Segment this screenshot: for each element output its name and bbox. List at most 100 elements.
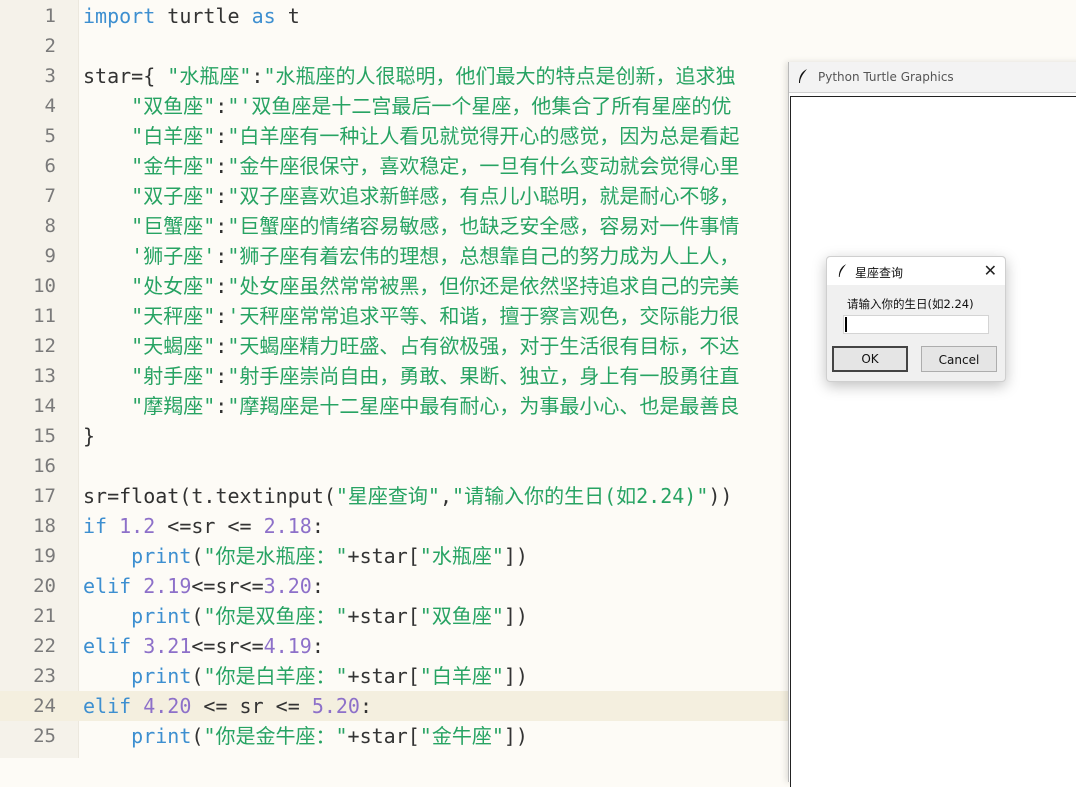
line-number: 6 [44, 155, 56, 177]
code-token: "双子座" [131, 184, 216, 208]
code-token: 3.20 [263, 574, 312, 598]
turtle-canvas[interactable] [790, 96, 1076, 787]
code-text[interactable]: "射手座":"射手座崇尚自由，勇敢、果断、独立，身上有一股勇往直 [83, 361, 739, 391]
code-token: : [215, 364, 228, 388]
line-number: 18 [33, 515, 56, 537]
code-token: "天秤座" [131, 304, 216, 328]
code-token: "射手座崇尚自由，勇敢、果断、独立，身上有一股勇往直 [227, 364, 740, 388]
code-token: "水瓶座" [167, 64, 252, 88]
code-token: "你是金牛座：" [203, 724, 348, 748]
line-number: 16 [33, 455, 56, 477]
code-text[interactable]: print("你是白羊座："+star["白羊座"]) [83, 661, 528, 691]
code-text[interactable]: import turtle as t [83, 1, 300, 31]
code-token: '狮子座' [131, 244, 216, 268]
code-text[interactable]: if 1.2 <=sr <= 2.18: [83, 511, 324, 541]
feather-icon [837, 263, 848, 282]
code-text[interactable]: print("你是双鱼座："+star["双鱼座"]) [83, 601, 528, 631]
code-token: : [251, 64, 264, 88]
code-token: <=sr<= [191, 574, 264, 598]
close-icon[interactable]: ✕ [984, 261, 997, 280]
code-token: 2.19 [143, 574, 192, 598]
code-token: ]) [503, 604, 528, 628]
ok-button[interactable]: OK [832, 346, 908, 372]
code-token: : [359, 694, 373, 718]
line-number: 3 [44, 65, 56, 87]
code-token: : [311, 574, 324, 598]
turtle-graphics-window[interactable]: Python Turtle Graphics [788, 62, 1076, 787]
code-token: turtle [155, 4, 252, 28]
code-token: as [251, 4, 276, 28]
code-token: "星座查询" [335, 484, 440, 508]
code-token: <=sr<= [191, 634, 264, 658]
code-text[interactable]: "天蝎座":"天蝎座精力旺盛、占有欲极强，对于生活很有目标，不达 [83, 331, 739, 361]
line-number: 23 [33, 665, 56, 687]
line-number: 15 [33, 425, 56, 447]
code-text[interactable]: sr=float(t.textinput("星座查询","请输入你的生日(如2.… [83, 481, 732, 511]
code-token: 4.20 [143, 694, 192, 718]
code-token: "你是水瓶座：" [203, 544, 348, 568]
code-token: "白羊座" [419, 664, 504, 688]
code-text[interactable]: "双子座":"双子座喜欢追求新鲜感，有点儿小聪明，就是耐心不够， [83, 181, 739, 211]
code-line[interactable]: 2 [0, 31, 1076, 61]
dialog-title: 星座查询 [855, 266, 904, 280]
code-token: print [131, 604, 192, 628]
code-text[interactable]: "处女座":"处女座虽然常常被黑，但你还是依然坚持追求自己的完美 [83, 271, 739, 301]
textinput-dialog[interactable]: 星座查询 ✕ 请输入你的生日(如2.24) OK Cancel [826, 256, 1006, 382]
line-number: 12 [33, 335, 56, 357]
code-token: "'双鱼座是十二宫最后一个星座，他集合了所有星座的优 [227, 94, 732, 118]
birthday-input[interactable] [843, 315, 989, 334]
code-token: <= sr <= [191, 694, 312, 718]
code-token: "你是双鱼座：" [203, 604, 348, 628]
code-token: 3.21 [143, 634, 192, 658]
code-token: elif [83, 574, 132, 598]
code-text[interactable]: print("你是金牛座："+star["金牛座"]) [83, 721, 528, 751]
turtle-window-titlebar[interactable]: Python Turtle Graphics [789, 62, 1076, 93]
code-token: +star[ [347, 544, 420, 568]
code-text[interactable]: elif 3.21<=sr<=4.19: [83, 631, 324, 661]
line-number: 7 [44, 185, 56, 207]
code-token: "天蝎座" [131, 334, 216, 358]
code-token: "巨蟹座" [131, 214, 216, 238]
code-text[interactable]: elif 2.19<=sr<=3.20: [83, 571, 324, 601]
dialog-titlebar[interactable]: 星座查询 ✕ [827, 257, 1005, 285]
code-token: : [215, 274, 228, 298]
code-token: : [215, 244, 228, 268]
code-token: "巨蟹座的情绪容易敏感，也缺乏安全感，容易对一件事情 [227, 214, 740, 238]
code-token: elif [83, 694, 132, 718]
line-number: 14 [33, 395, 56, 417]
code-token: "金牛座" [419, 724, 504, 748]
code-token: +star[ [347, 664, 420, 688]
code-text[interactable]: '狮子座':"狮子座有着宏伟的理想，总想靠自己的努力成为人上人， [83, 241, 739, 271]
code-text[interactable]: print("你是水瓶座："+star["水瓶座"]) [83, 541, 528, 571]
code-text[interactable]: "摩羯座":"摩羯座是十二星座中最有耐心，为事最小心、也是最善良 [83, 391, 739, 421]
line-number: 9 [44, 245, 56, 267]
code-token: if [83, 514, 108, 538]
cancel-button[interactable]: Cancel [921, 346, 997, 372]
code-token: ]) [503, 664, 528, 688]
code-token: +star[ [347, 724, 420, 748]
code-line[interactable]: 1 import turtle as t [0, 1, 1076, 31]
code-text[interactable]: "金牛座":"金牛座很保守，喜欢稳定，一旦有什么变动就会觉得心里 [83, 151, 739, 181]
code-text[interactable]: "巨蟹座":"巨蟹座的情绪容易敏感，也缺乏安全感，容易对一件事情 [83, 211, 739, 241]
line-number: 20 [33, 575, 56, 597]
code-text[interactable]: } [83, 421, 95, 451]
code-token: 5.20 [311, 694, 360, 718]
code-token: 2.18 [263, 514, 312, 538]
code-token: ( [191, 724, 204, 748]
code-text[interactable]: "白羊座":"白羊座有一种让人看见就觉得开心的感觉，因为总是看起 [83, 121, 739, 151]
code-text[interactable]: star={ "水瓶座":"水瓶座的人很聪明，他们最大的特点是创新，追求独 [83, 61, 735, 91]
code-text[interactable]: elif 4.20 <= sr <= 5.20: [83, 691, 372, 721]
code-token: : [215, 304, 228, 328]
code-token: "白羊座" [131, 124, 216, 148]
code-text[interactable]: "双鱼座":"'双鱼座是十二宫最后一个星座，他集合了所有星座的优 [83, 91, 731, 121]
code-text[interactable]: "天秤座":'天秤座常常追求平等、和谐，擅于察言观色，交际能力很 [83, 301, 739, 331]
code-token: "双鱼座" [419, 604, 504, 628]
